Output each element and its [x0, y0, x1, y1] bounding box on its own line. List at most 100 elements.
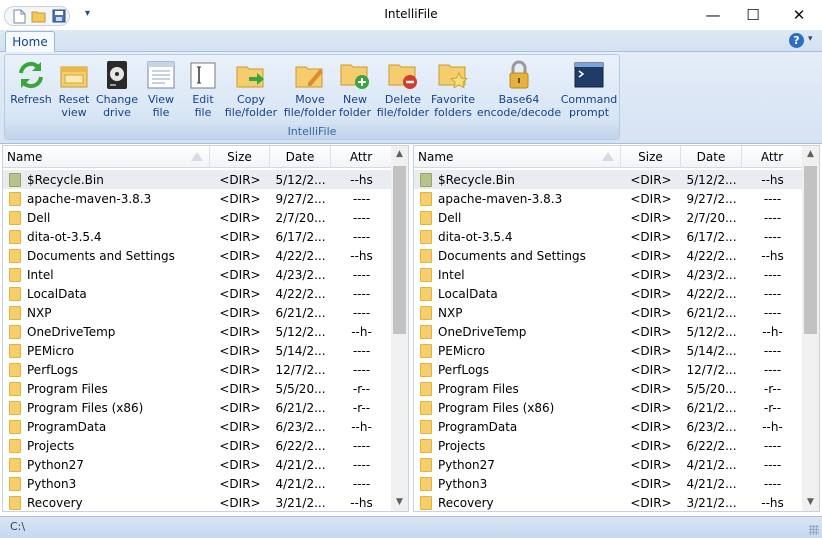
- folder-icon: [420, 210, 432, 225]
- table-row[interactable]: dita-ot-3.5.4 <DIR> 6/17/2... ----: [3, 227, 392, 246]
- delete-file-folder-button[interactable]: Delete file/folder: [375, 59, 431, 123]
- view-file-button[interactable]: View file: [143, 59, 179, 123]
- size-cell: <DIR>: [630, 305, 672, 320]
- table-row[interactable]: Projects <DIR> 6/22/2... ----: [3, 436, 392, 455]
- scrollbar-thumb[interactable]: [393, 166, 406, 334]
- tab-home[interactable]: Home: [5, 31, 55, 53]
- table-row[interactable]: Python3 <DIR> 4/21/2... ----: [414, 474, 803, 493]
- date-cell: 9/27/2...: [686, 191, 737, 206]
- folder-icon: [9, 324, 21, 339]
- ribbon-options-icon[interactable]: ▾: [808, 34, 813, 44]
- sort-ascending-icon: [602, 152, 614, 161]
- size-column-header[interactable]: Size: [621, 146, 681, 168]
- folder-icon: [420, 305, 432, 320]
- base64-encode-decode-button[interactable]: Base64 encode/decode: [477, 59, 561, 123]
- table-row[interactable]: PerfLogs <DIR> 12/7/2... ----: [414, 360, 803, 379]
- table-row[interactable]: Dell <DIR> 2/7/20... ----: [3, 208, 392, 227]
- close-button[interactable]: ✕: [776, 0, 822, 30]
- folder-icon: [9, 381, 21, 396]
- right-file-pane[interactable]: Name Size Date Attr $Recycle.Bin <DIR> 5/1…: [413, 145, 820, 512]
- edit-file-button[interactable]: Edit file: [185, 59, 221, 123]
- attr-column-header[interactable]: Attr: [331, 146, 392, 168]
- table-row[interactable]: LocalData <DIR> 4/22/2... ----: [3, 284, 392, 303]
- refresh-button[interactable]: Refresh: [10, 59, 52, 123]
- name-column-header[interactable]: Name: [414, 146, 621, 168]
- scroll-down-icon[interactable]: ▼: [802, 494, 819, 511]
- table-row[interactable]: Intel <DIR> 4/23/2... ----: [3, 265, 392, 284]
- date-cell: 12/7/2...: [686, 362, 737, 377]
- table-row[interactable]: Recovery <DIR> 3/21/2... --hs: [414, 493, 803, 511]
- table-row[interactable]: ProgramData <DIR> 6/23/2... --h-: [3, 417, 392, 436]
- table-row[interactable]: LocalData <DIR> 4/22/2... ----: [414, 284, 803, 303]
- table-row[interactable]: apache-maven-3.8.3 <DIR> 9/27/2... ----: [3, 189, 392, 208]
- table-row[interactable]: NXP <DIR> 6/21/2... ----: [3, 303, 392, 322]
- view-file-icon: [147, 61, 175, 89]
- file-name: PerfLogs: [438, 362, 490, 377]
- name-cell: PEMicro: [414, 343, 621, 358]
- scroll-up-icon[interactable]: ▲: [391, 146, 408, 163]
- table-row[interactable]: Program Files (x86) <DIR> 6/21/2... -r--: [414, 398, 803, 417]
- table-row[interactable]: PerfLogs <DIR> 12/7/2... ----: [3, 360, 392, 379]
- table-row[interactable]: Documents and Settings <DIR> 4/22/2... --hs: [3, 246, 392, 265]
- vertical-scrollbar[interactable]: ▲ ▼: [391, 146, 408, 511]
- size-cell: <DIR>: [219, 248, 261, 263]
- scrollbar-thumb[interactable]: [804, 166, 817, 334]
- table-row[interactable]: Program Files (x86) <DIR> 6/21/2... -r--: [3, 398, 392, 417]
- attr-cell: ----: [763, 457, 782, 472]
- table-row[interactable]: Intel <DIR> 4/23/2... ----: [414, 265, 803, 284]
- left-file-pane[interactable]: Name Size Date Attr $Recycle.Bin <DIR> 5/1…: [2, 145, 409, 512]
- name-cell: $Recycle.Bin: [3, 172, 210, 187]
- size-column-header[interactable]: Size: [210, 146, 270, 168]
- size-cell: <DIR>: [219, 476, 261, 491]
- table-row[interactable]: OneDriveTemp <DIR> 5/12/2... --h-: [3, 322, 392, 341]
- table-row[interactable]: Projects <DIR> 6/22/2... ----: [414, 436, 803, 455]
- reset-view-button[interactable]: Reset view: [55, 59, 93, 123]
- file-name: ProgramData: [27, 419, 107, 434]
- table-row[interactable]: PEMicro <DIR> 5/14/2... ----: [414, 341, 803, 360]
- table-row[interactable]: NXP <DIR> 6/21/2... ----: [414, 303, 803, 322]
- attr-cell: ----: [352, 210, 371, 225]
- table-row[interactable]: Program Files <DIR> 5/5/20... -r--: [3, 379, 392, 398]
- table-row[interactable]: dita-ot-3.5.4 <DIR> 6/17/2... ----: [414, 227, 803, 246]
- size-cell: <DIR>: [219, 286, 261, 301]
- table-row[interactable]: Recovery <DIR> 3/21/2... --hs: [3, 493, 392, 511]
- size-cell: <DIR>: [219, 324, 261, 339]
- new-folder-button[interactable]: New folder: [339, 59, 371, 123]
- name-cell: dita-ot-3.5.4: [3, 229, 210, 244]
- attr-cell: ----: [763, 438, 782, 453]
- command-prompt-label: Command prompt: [560, 93, 618, 119]
- table-row[interactable]: $Recycle.Bin <DIR> 5/12/2... --hs: [414, 170, 803, 189]
- name-cell: Documents and Settings: [414, 248, 621, 263]
- command-prompt-button[interactable]: Command prompt: [561, 59, 617, 123]
- folder-icon: [420, 495, 432, 510]
- copy-file-folder-button[interactable]: Copy file/folder: [223, 59, 279, 123]
- help-icon[interactable]: ?: [789, 33, 804, 48]
- table-row[interactable]: PEMicro <DIR> 5/14/2... ----: [3, 341, 392, 360]
- change-drive-button[interactable]: Change drive: [95, 59, 139, 123]
- name-column-header[interactable]: Name: [3, 146, 210, 168]
- table-row[interactable]: Python3 <DIR> 4/21/2... ----: [3, 474, 392, 493]
- attr-column-header[interactable]: Attr: [742, 146, 803, 168]
- date-column-header[interactable]: Date: [681, 146, 742, 168]
- table-row[interactable]: apache-maven-3.8.3 <DIR> 9/27/2... ----: [414, 189, 803, 208]
- table-row[interactable]: Documents and Settings <DIR> 4/22/2... --hs: [414, 246, 803, 265]
- table-row[interactable]: OneDriveTemp <DIR> 5/12/2... --h-: [414, 322, 803, 341]
- table-row[interactable]: $Recycle.Bin <DIR> 5/12/2... --hs: [3, 170, 392, 189]
- table-row[interactable]: Dell <DIR> 2/7/20... ----: [414, 208, 803, 227]
- table-row[interactable]: ProgramData <DIR> 6/23/2... --h-: [414, 417, 803, 436]
- vertical-scrollbar[interactable]: ▲ ▼: [802, 146, 819, 511]
- favorite-folders-button[interactable]: Favorite folders: [429, 59, 477, 123]
- date-column-header[interactable]: Date: [270, 146, 331, 168]
- table-row[interactable]: Python27 <DIR> 4/21/2... ----: [414, 455, 803, 474]
- attr-cell: ----: [352, 305, 371, 320]
- move-file-folder-label: Move file/folder: [283, 93, 337, 119]
- move-file-folder-button[interactable]: Move file/folder: [281, 59, 339, 123]
- file-name: LocalData: [27, 286, 87, 301]
- scroll-down-icon[interactable]: ▼: [391, 494, 408, 511]
- size-cell: <DIR>: [219, 267, 261, 282]
- resize-grip-icon[interactable]: [809, 525, 819, 535]
- maximize-button[interactable]: ☐: [730, 0, 776, 30]
- table-row[interactable]: Python27 <DIR> 4/21/2... ----: [3, 455, 392, 474]
- scroll-up-icon[interactable]: ▲: [802, 146, 819, 163]
- table-row[interactable]: Program Files <DIR> 5/5/20... -r--: [414, 379, 803, 398]
